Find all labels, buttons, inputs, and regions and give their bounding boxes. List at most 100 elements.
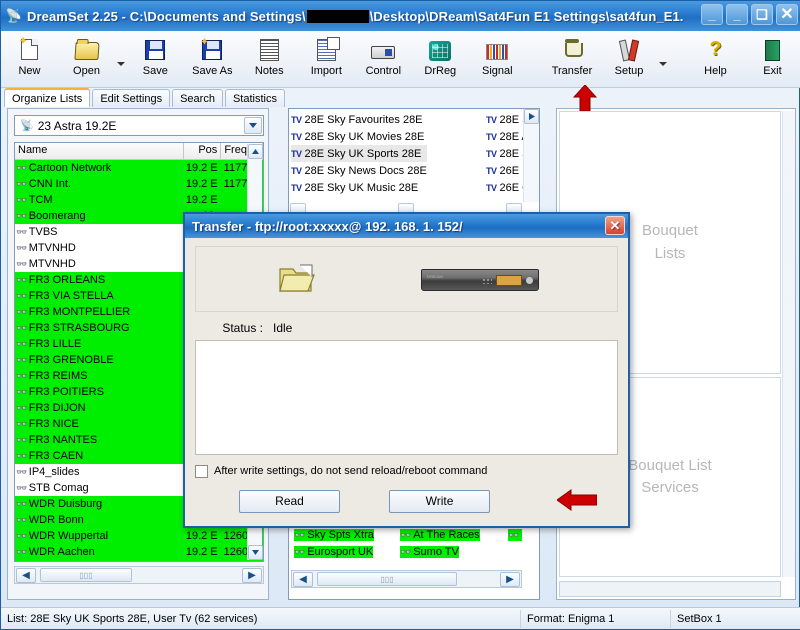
bouquet-item-label: 26E Orb	[499, 181, 523, 194]
restore-button[interactable]: _	[726, 4, 748, 25]
channel-row[interactable]: 👓 CNN Int. 19.2 E 11778V	[15, 176, 263, 192]
column-header-pos[interactable]: Pos	[184, 143, 222, 159]
scrollbar-thumb[interactable]: ▯▯▯	[317, 572, 457, 586]
write-button[interactable]: Write	[389, 489, 490, 513]
toolbar-button-help[interactable]: ? Help	[687, 34, 744, 86]
chevron-down-icon[interactable]	[244, 117, 262, 134]
bouquet-item[interactable]: TV26E Bac	[486, 162, 523, 179]
floppy-disk-icon	[145, 34, 166, 64]
service-item[interactable]: 👓 Sumo TV	[400, 546, 459, 558]
bouquet-item[interactable]: TV28E Sky	[486, 145, 523, 162]
import-icon	[316, 34, 340, 64]
tv-icon: TV	[486, 148, 497, 159]
satellite-select[interactable]: 📡 23 Astra 19.2E	[14, 115, 264, 136]
tab-organize-lists[interactable]: Organize Lists	[4, 88, 91, 107]
maximize-button[interactable]: ❑	[751, 4, 773, 25]
bouquet-item[interactable]: TV 28E Sky News Docs 28E	[291, 162, 427, 179]
toolbar-button-exit[interactable]: Exit	[744, 34, 800, 86]
service-item[interactable]: 👓 Sky Spts Xtra	[294, 529, 374, 541]
toolbar-button-notes[interactable]: Notes	[241, 34, 298, 86]
channel-name: CNN Int.	[28, 178, 71, 190]
bouquet-item[interactable]: TV28E Asi	[486, 128, 523, 145]
toolbar-button-drreg[interactable]: DrReg	[412, 34, 469, 86]
channel-list-header: Name Pos Freq	[15, 143, 263, 160]
service-label: Eurosport UK	[307, 546, 374, 558]
tab-statistics[interactable]: Statistics	[224, 89, 285, 107]
channel-name: FR3 REIMS	[28, 370, 88, 382]
binoculars-icon: 👓	[294, 546, 306, 557]
device-brand-text: DREAM	[427, 274, 443, 279]
tv-icon: TV	[291, 148, 302, 159]
status-list-info: List: 28E Sky UK Sports 28E, User Tv (62…	[1, 609, 521, 628]
scrollbar-thumb[interactable]: ▯▯▯	[40, 568, 132, 582]
minimize-button[interactable]: _	[701, 4, 723, 25]
no-reload-checkbox[interactable]	[195, 464, 208, 478]
channel-row[interactable]: 👓 TCM 19.2 E	[15, 192, 263, 208]
scroll-up-button[interactable]	[248, 144, 263, 159]
open-dropdown-arrow[interactable]	[115, 34, 127, 86]
channel-row[interactable]: 👓 WDR Wuppertal 19.2 E 12603H	[15, 528, 263, 544]
toolbar-button-new[interactable]: ✦ New	[1, 34, 58, 86]
scroll-down-button[interactable]	[248, 545, 263, 560]
bouquet-item[interactable]: TV 28E Sky Favourites 28E	[291, 111, 427, 128]
floppy-disk-star-icon: ✦	[200, 34, 223, 64]
scroll-left-button[interactable]: ◀	[16, 567, 36, 583]
service-item[interactable]: 👓Sp	[508, 529, 522, 541]
bouquet-item[interactable]: TV26E Orb	[486, 179, 523, 196]
channel-list-horizontal-scrollbar[interactable]: ◀ ▯▯▯ ▶	[14, 566, 264, 584]
services-horizontal-scrollbar[interactable]: ◀ ▯▯▯ ▶	[291, 570, 522, 588]
channel-row[interactable]: 👓 Cartoon Network 19.2 E 11778V	[15, 160, 263, 176]
service-item[interactable]: 👓 At The Races	[400, 529, 480, 541]
scroll-right-button[interactable]	[524, 109, 539, 124]
bouquet-item[interactable]: TV 28E Sky UK Movies 28E	[291, 128, 427, 145]
toolbar-button-signal[interactable]: Signal	[469, 34, 526, 86]
question-mark-icon: ?	[709, 38, 722, 60]
toolbar-label-transfer: Transfer	[551, 65, 593, 77]
tab-search[interactable]: Search	[172, 89, 223, 107]
close-button[interactable]: ✕	[776, 4, 798, 25]
channel-row[interactable]: 👓 WDR Aachen 19.2 E 12603H	[15, 544, 263, 560]
no-reload-checkbox-row[interactable]: After write settings, do not send reload…	[195, 460, 618, 482]
bouquet-list-vertical-scrollbar[interactable]	[523, 109, 539, 202]
bouquet-item[interactable]: TV 28E Sky UK Sports 28E	[291, 145, 427, 162]
toolbar-label-drreg: DrReg	[424, 65, 457, 77]
toolbar-button-setup[interactable]: Setup	[600, 34, 657, 86]
channel-row[interactable]: 👓CINE+19.2 E12012V	[15, 560, 263, 561]
bouquet-item[interactable]: TV28E Sky	[486, 111, 523, 128]
toolbar-button-save[interactable]: Save	[127, 34, 184, 86]
tab-label: Edit Settings	[100, 92, 163, 105]
satellite-select-value: 23 Astra 19.2E	[37, 118, 117, 133]
device-buttons-icon	[482, 278, 492, 284]
toolbar-button-save-as[interactable]: ✦ Save As	[184, 34, 241, 86]
toolbar-button-transfer[interactable]: Transfer	[543, 34, 600, 86]
toolbar-button-import[interactable]: Import	[298, 34, 355, 86]
dialog-close-button[interactable]: ✕	[605, 216, 625, 235]
bouquet-services-grid[interactable]: 👓Sky Spts Xtra 👓At The Races 👓Sp 👓Eurosport…	[290, 527, 522, 567]
right-panel-vertical-scrollbar[interactable]	[782, 111, 795, 577]
toolbar-button-open[interactable]: Open	[58, 34, 115, 86]
scroll-right-button[interactable]: ▶	[500, 571, 520, 587]
read-button[interactable]: Read	[239, 489, 340, 513]
binoculars-icon: 👓	[16, 290, 28, 301]
tab-edit-settings[interactable]: Edit Settings	[92, 89, 171, 107]
service-item[interactable]: 👓 Eurosport UK	[294, 546, 374, 558]
channel-name: Boomerang	[28, 210, 86, 222]
setup-dropdown-arrow[interactable]	[657, 34, 669, 86]
toolbar-label-control: Control	[365, 65, 402, 77]
binoculars-icon: 👓	[16, 354, 28, 365]
scroll-right-button[interactable]: ▶	[242, 567, 262, 583]
binoculars-icon: 👓	[16, 338, 28, 349]
transfer-log-box[interactable]	[195, 340, 618, 455]
bouquet-item-label: 28E Sky News Docs 28E	[304, 164, 427, 177]
right-panel-horizontal-scrollbar[interactable]	[559, 581, 781, 597]
red-up-arrow-annotation	[573, 85, 597, 111]
binoculars-icon: 👓	[16, 450, 28, 461]
bouquet-item-label: 28E Sky UK Sports 28E	[304, 147, 422, 160]
bouquet-item[interactable]: TV 28E Sky UK Music 28E	[291, 179, 427, 196]
scroll-left-button[interactable]: ◀	[293, 571, 313, 587]
bouquet-list[interactable]: TV 28E Sky Favourites 28E TV 28E Sky UK Mov…	[289, 109, 523, 202]
binoculars-icon: 👓	[16, 258, 28, 269]
column-header-name[interactable]: Name	[15, 143, 184, 159]
channel-name: WDR Wuppertal	[28, 530, 109, 542]
toolbar-button-control[interactable]: Control	[355, 34, 412, 86]
